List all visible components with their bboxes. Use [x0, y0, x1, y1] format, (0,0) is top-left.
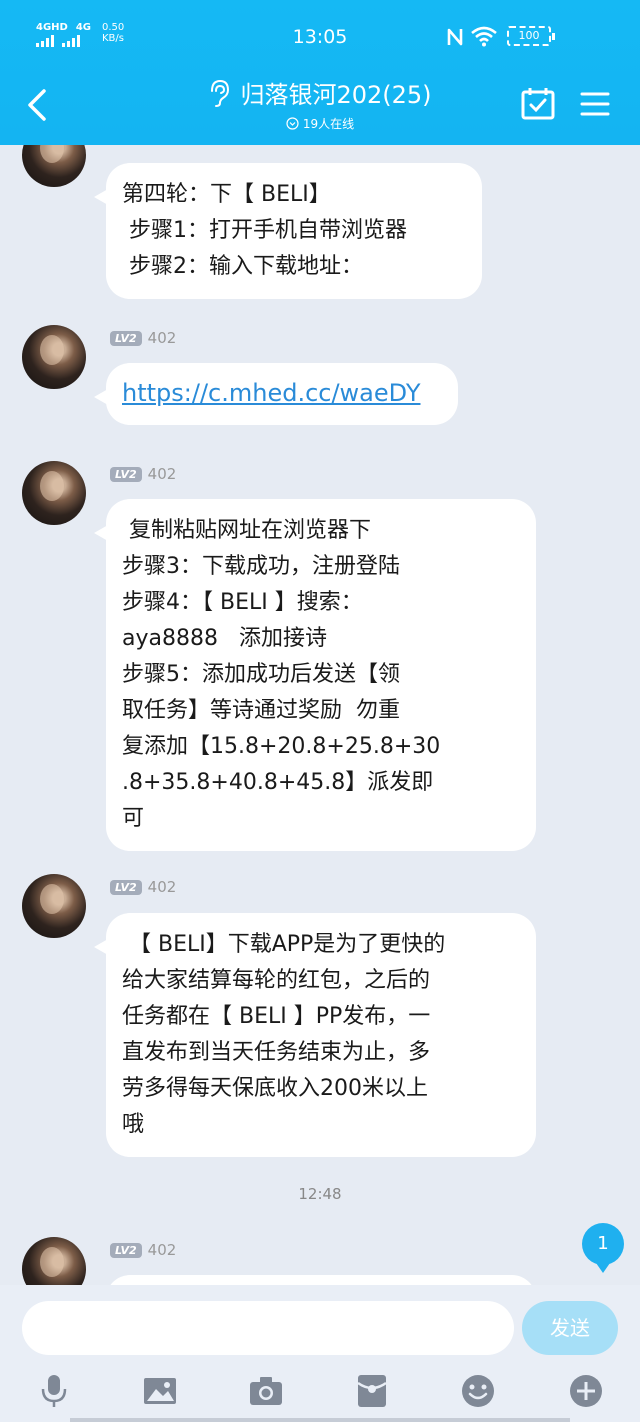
message-link[interactable]: https://c.mhed.cc/waeDY — [122, 379, 420, 407]
input-toolbar — [0, 1373, 640, 1413]
message-bubble[interactable]: 第四轮：下【 BELI】 步骤1：打开手机自带浏览器 步骤2：输入下载地址： — [94, 163, 482, 299]
message-bubble[interactable] — [106, 1275, 536, 1285]
message-bubble[interactable]: https://c.mhed.cc/waeDY — [94, 363, 458, 425]
avatar[interactable] — [22, 145, 86, 187]
time-divider: 12:48 — [298, 1185, 342, 1203]
online-count: 19人在线 — [302, 116, 355, 131]
sender-meta: LV2 402 — [110, 465, 176, 483]
ear-icon — [211, 79, 230, 107]
message-line: 劳多得每天保底收入200米以上 — [122, 1076, 428, 1101]
message-line: 第四轮：下【 BELI】 — [122, 182, 331, 207]
message-line: 任务都在【 BELI 】PP发布，一 — [122, 1004, 431, 1029]
message-line: 取任务】等诗通过奖励 勿重 — [122, 698, 400, 723]
avatar[interactable] — [22, 461, 86, 525]
emoji-icon[interactable] — [460, 1373, 496, 1409]
unread-badge[interactable]: 1 — [582, 1223, 624, 1273]
chat-header: 4GHD 4G 0.50 KB/s 13:05 100 归落银河202(25) … — [0, 0, 640, 145]
camera-icon[interactable] — [248, 1373, 284, 1409]
message-line: 步骤1：打开手机自带浏览器 — [122, 218, 407, 243]
level-badge: LV2 — [110, 330, 142, 346]
message-line: 给大家结算每轮的红包，之后的 — [122, 968, 431, 993]
sender-meta: LV2 402 — [110, 1241, 176, 1259]
avatar[interactable] — [22, 325, 86, 389]
message-line: 步骤5：添加成功后发送【领 — [122, 662, 400, 687]
level-badge: LV2 — [110, 466, 142, 482]
send-button[interactable]: 发送 — [522, 1301, 618, 1355]
status-bar: 4GHD 4G 0.50 KB/s 13:05 100 — [0, 0, 640, 72]
mic-icon[interactable] — [36, 1373, 72, 1409]
input-area: 发送 — [0, 1285, 640, 1422]
nfc-icon — [447, 28, 463, 46]
calendar-check-icon[interactable] — [521, 86, 555, 120]
message-line: 可 — [122, 806, 145, 831]
level-badge: LV2 — [110, 879, 142, 895]
message-list[interactable]: 第四轮：下【 BELI】 步骤1：打开手机自带浏览器 步骤2：输入下载地址： L… — [0, 145, 640, 1285]
message-line: aya8888 添加接诗 — [122, 626, 327, 651]
sender-meta: LV2 402 — [110, 878, 176, 896]
sender-name[interactable]: 402 — [148, 465, 177, 483]
message-bubble[interactable]: 【 BELI】下载APP是为了更快的 给大家结算每轮的红包，之后的 任务都在【 … — [94, 913, 536, 1157]
message-line: 复添加【15.8+20.8+25.8+30 — [122, 734, 441, 759]
message-input[interactable] — [22, 1301, 514, 1355]
message-line: 直发布到当天任务结束为止，多 — [122, 1040, 431, 1065]
level-badge: LV2 — [110, 1242, 142, 1258]
red-packet-icon[interactable] — [354, 1373, 390, 1409]
sender-name[interactable]: 402 — [148, 329, 177, 347]
message-line: 步骤2：输入下载地址： — [122, 254, 363, 279]
chevron-down-icon — [286, 116, 299, 130]
avatar[interactable] — [22, 874, 86, 938]
sender-name[interactable]: 402 — [148, 1241, 177, 1259]
wifi-icon — [471, 26, 497, 47]
image-icon[interactable] — [142, 1373, 178, 1409]
message-line: 步骤4：【 BELI 】搜索： — [122, 590, 363, 615]
menu-icon[interactable] — [580, 90, 610, 118]
sender-name[interactable]: 402 — [148, 878, 177, 896]
home-indicator — [70, 1418, 570, 1422]
message-line: .8+35.8+40.8+45.8】派发即 — [122, 770, 434, 795]
plus-icon[interactable] — [568, 1373, 604, 1409]
message-bubble[interactable]: 复制粘贴网址在浏览器下 步骤3：下载成功，注册登陆 步骤4：【 BELI 】搜索… — [94, 499, 536, 851]
message-line: 哦 — [122, 1112, 145, 1137]
sender-meta: LV2 402 — [110, 329, 176, 347]
avatar[interactable] — [22, 1237, 86, 1285]
message-line: 复制粘贴网址在浏览器下 — [122, 518, 371, 543]
battery-icon: 100 — [507, 26, 555, 46]
message-line: 【 BELI】下载APP是为了更快的 — [122, 932, 446, 957]
message-line: 步骤3：下载成功，注册登陆 — [122, 554, 400, 579]
page-title: 归落银河202(25) — [240, 81, 432, 109]
